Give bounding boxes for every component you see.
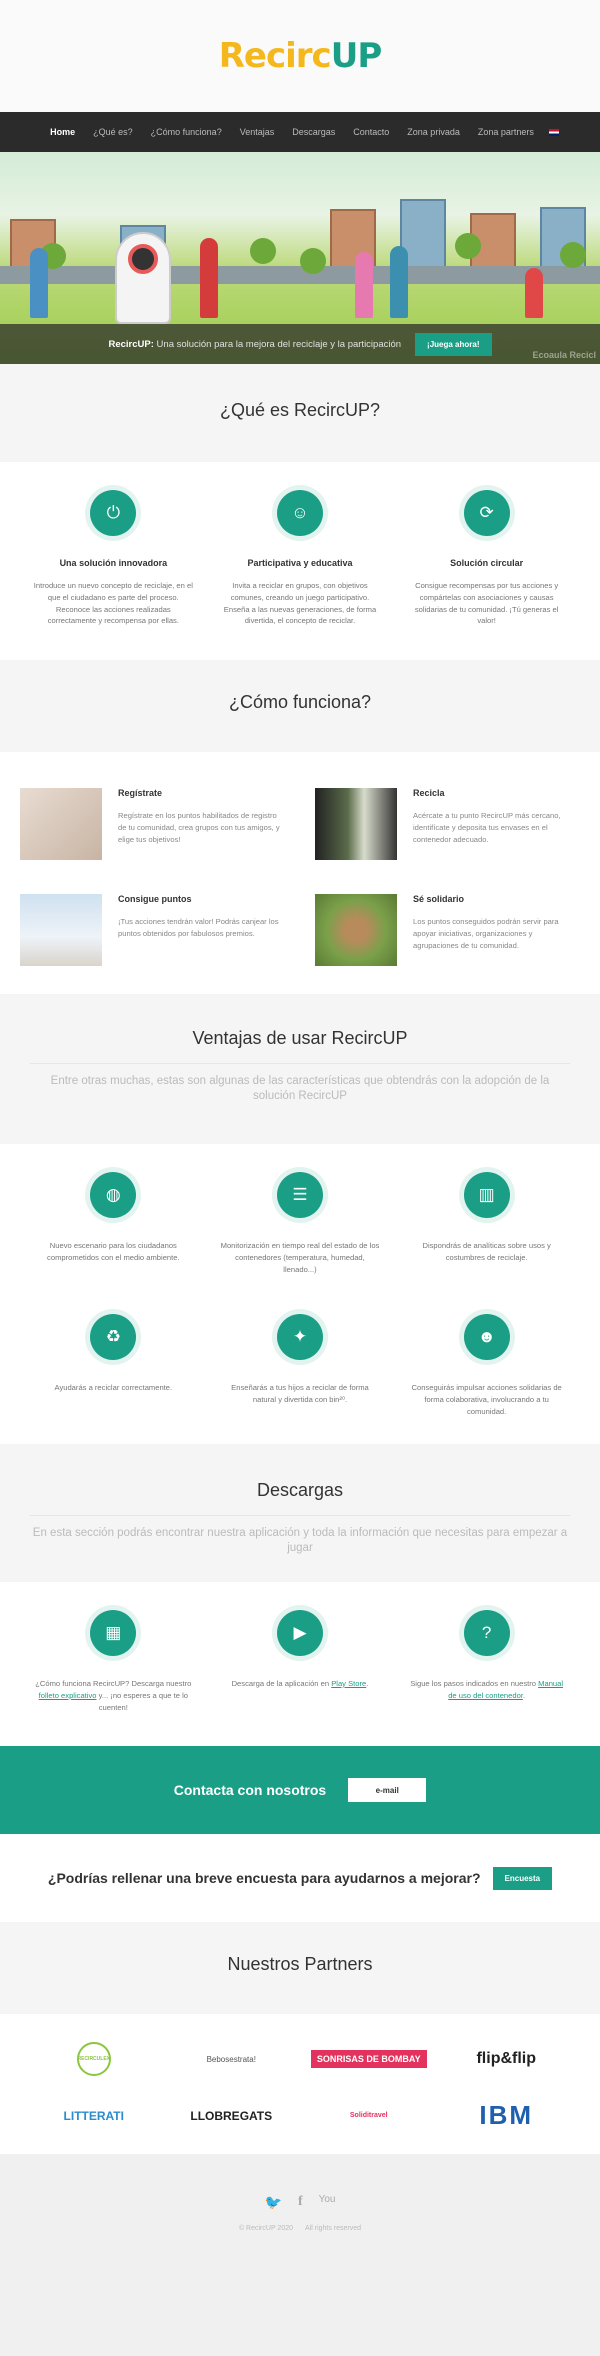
brochure-link[interactable]: folleto explicativo (39, 1691, 97, 1700)
finger-touch-photo (20, 788, 102, 860)
tree-illustration (250, 238, 276, 264)
play-now-button[interactable]: ¡Juega ahora! (415, 332, 492, 356)
rights-text: All rights reserved (305, 2225, 362, 2232)
person-illustration (355, 252, 373, 318)
group-icon: ☻ (463, 1314, 510, 1360)
section-title: Ventajas de usar RecircUP (192, 1028, 408, 1048)
nav-home[interactable]: Home (41, 112, 84, 152)
partner-logo-flipflip[interactable]: flip&flip (476, 2050, 536, 2068)
section-descargas: Descargas En esta sección podrás encontr… (0, 1444, 600, 1746)
globe-icon: ◍ (90, 1172, 137, 1218)
main-nav: Home ¿Qué es? ¿Cómo funciona? Ventajas D… (0, 112, 600, 152)
section-title: Nuestros Partners (227, 1954, 373, 1974)
advantage-card: ☻ Conseguirás impulsar acciones solidari… (407, 1314, 567, 1416)
person-illustration (525, 268, 543, 318)
play-store-link[interactable]: Play Store (331, 1679, 366, 1688)
section-title: ¿Qué es RecircUP? (219, 400, 381, 420)
tree-illustration (560, 242, 586, 268)
recycle-icon: ♻ (90, 1314, 137, 1360)
partner-logo-sonrisas[interactable]: SONRISAS DE BOMBAY (310, 2050, 427, 2068)
hero-tagline: RecircUP: Una solución para la mejora de… (108, 338, 402, 350)
partner-logo-soliditravel[interactable]: Soliditravel (350, 2112, 388, 2119)
nav-que-es[interactable]: ¿Qué es? (84, 112, 142, 152)
advantage-card: ▥ Dispondrás de analíticas sobre usos y … (407, 1172, 567, 1284)
partner-logo-llobregats[interactable]: LLOBREGATS (190, 2109, 272, 2123)
survey-band: ¿Podrías rellenar una breve encuesta par… (0, 1834, 600, 1922)
glass-bottles-photo (315, 788, 397, 860)
section-ventajas: Ventajas de usar RecircUP Entre otras mu… (0, 994, 600, 1444)
nav-contacto[interactable]: Contacto (344, 112, 398, 152)
recircup-logo[interactable]: RecircUP (219, 36, 383, 76)
partner-logo-recirculex[interactable]: RECIRCULEX (76, 2042, 111, 2076)
how-step: Recicla Acércate a tu punto RecircUP más … (315, 788, 580, 860)
youtube-icon[interactable]: You (319, 2194, 336, 2211)
hero-watermark: Ecoaula Recicl (532, 350, 596, 360)
section-subtitle: En esta sección podrás encontrar nuestra… (30, 1515, 570, 1556)
contact-band: Contacta con nosotros e-mail (0, 1746, 600, 1834)
partner-logo-bebosestrata[interactable]: Bebosestrata! (207, 2055, 256, 2064)
server-icon: ☰ (276, 1172, 323, 1218)
joined-hands-photo (315, 894, 397, 966)
bar-chart-icon: ▥ (463, 1172, 510, 1218)
feature-card: ⟳ Solución circular Consigue recompensas… (407, 490, 567, 630)
email-button[interactable]: e-mail (348, 1778, 427, 1802)
uk-flag-icon[interactable] (548, 128, 559, 136)
advantage-card: ✦ Enseñarás a tus hijos a reciclar de fo… (220, 1314, 380, 1414)
hero-banner: RecircUP: Una solución para la mejora de… (0, 152, 600, 364)
woman-celebrating-photo (20, 894, 102, 966)
section-title: Descargas (256, 1480, 344, 1500)
copyright-text: © RecircUP 2020 (238, 2225, 294, 2232)
partner-logo-litterati[interactable]: LITTERATI (64, 2109, 124, 2123)
section-partners: Nuestros Partners RECIRCULEX Bebosestrat… (0, 1922, 600, 2154)
person-illustration (200, 238, 218, 318)
advantage-card: ☰ Monitorización en tiempo real del esta… (220, 1172, 380, 1284)
person-illustration (390, 246, 408, 318)
how-step: Sé solidario Los puntos conseguidos podrá… (315, 894, 580, 966)
nav-zona-partners[interactable]: Zona partners (469, 112, 543, 152)
section-subtitle: Entre otras muchas, estas son algunas de… (30, 1063, 570, 1104)
section-que-es: ¿Qué es RecircUP? ⏻ Una solución innovad… (0, 364, 600, 660)
survey-label: ¿Podrías rellenar una breve encuesta par… (47, 1870, 481, 1886)
advantage-card: ♻ Ayudarás a reciclar correctamente. (33, 1314, 193, 1414)
download-card: ▶ Descarga de la aplicación en Play Stor… (220, 1610, 380, 1716)
play-icon: ▶ (276, 1610, 323, 1656)
power-icon: ⏻ (90, 490, 137, 536)
section-como-funciona: ¿Cómo funciona? Regístrate Regístrate en … (0, 660, 600, 994)
site-footer: 🐦 f You © RecircUP 2020 All rights reser… (0, 2154, 600, 2356)
hero-tagline-bar: RecircUP: Una solución para la mejora de… (0, 324, 600, 364)
feature-card: ☺ Participativa y educativa Invita a rec… (220, 490, 380, 630)
partner-logo-ibm[interactable]: IBM (479, 2100, 533, 2131)
recycling-bin-illustration (115, 232, 171, 324)
twitter-icon[interactable]: 🐦 (265, 2194, 282, 2211)
tree-illustration (455, 233, 481, 259)
child-icon: ✦ (276, 1314, 323, 1360)
nav-descargas[interactable]: Descargas (283, 112, 344, 152)
download-card: ? Sigue los pasos indicados en nuestro M… (407, 1610, 567, 1716)
person-illustration (30, 248, 48, 318)
how-step: Regístrate Regístrate en los puntos habil… (20, 788, 285, 860)
how-step: Consigue puntos ¡Tus acciones tendrán val… (20, 894, 285, 966)
nav-como-funciona[interactable]: ¿Cómo funciona? (142, 112, 231, 152)
site-header: RecircUP (0, 0, 600, 112)
tree-illustration (300, 248, 326, 274)
feature-card: ⏻ Una solución innovadora Introduce un n… (33, 490, 193, 630)
nav-ventajas[interactable]: Ventajas (231, 112, 284, 152)
advantage-card: ◍ Nuevo escenario para los ciudadanos co… (33, 1172, 193, 1284)
nav-zona-privada[interactable]: Zona privada (398, 112, 469, 152)
section-title: ¿Cómo funciona? (228, 692, 372, 712)
facebook-icon[interactable]: f (298, 2194, 303, 2211)
map-icon: ▦ (90, 1610, 137, 1656)
survey-button[interactable]: Encuesta (492, 1866, 553, 1890)
question-icon: ? (463, 1610, 510, 1656)
person-icon: ☺ (276, 490, 323, 536)
road-illustration (0, 266, 600, 284)
download-card: ▦ ¿Cómo funciona RecircUP? Descarga nues… (33, 1610, 193, 1716)
contact-label: Contacta con nosotros (173, 1782, 327, 1798)
refresh-icon: ⟳ (463, 490, 510, 536)
